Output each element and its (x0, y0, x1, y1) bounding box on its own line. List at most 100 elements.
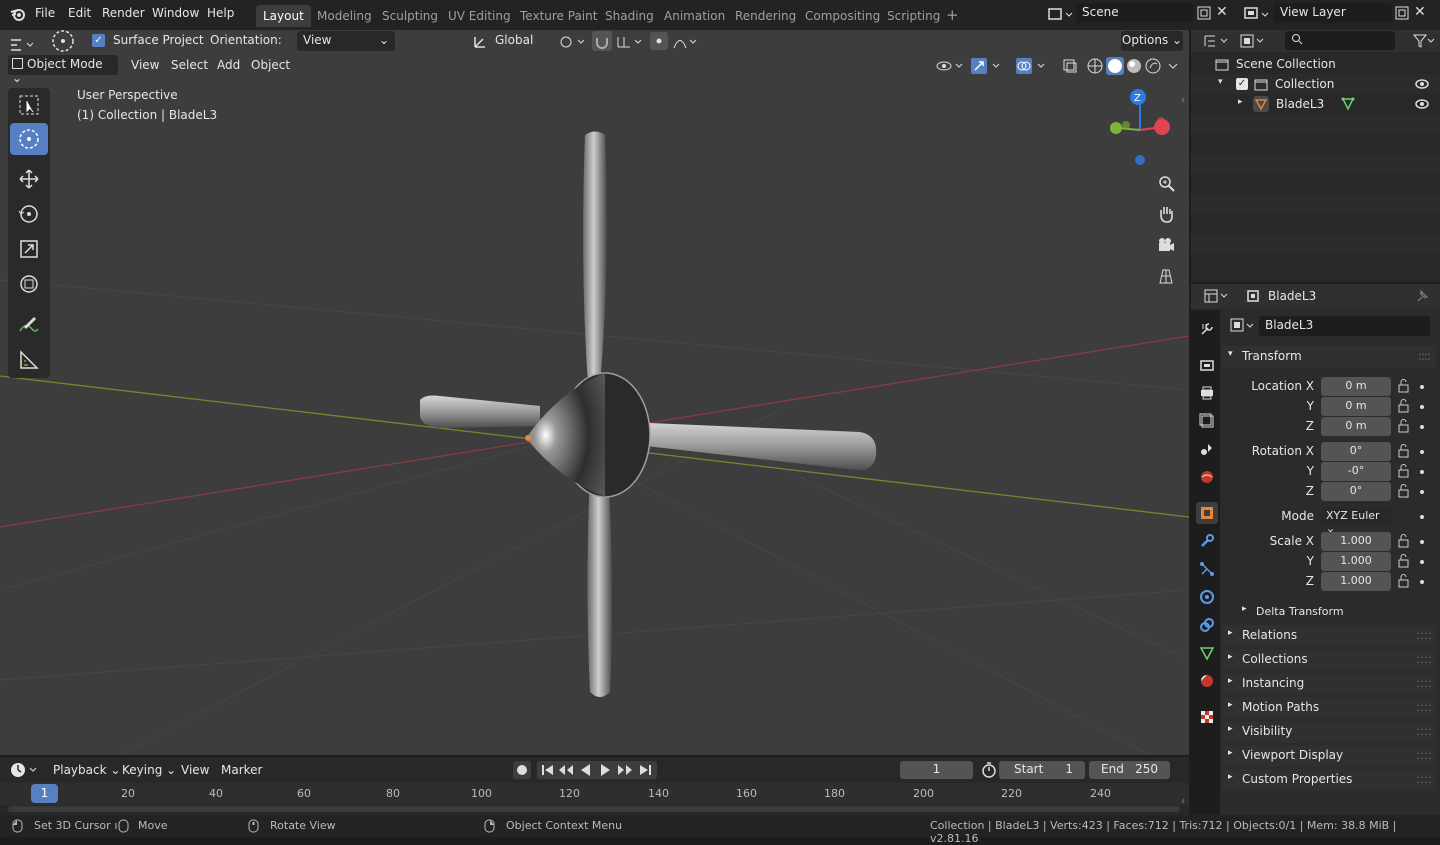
prev-keyframe-icon[interactable] (557, 762, 575, 778)
shading-rendered-icon[interactable] (1145, 58, 1161, 74)
transform-panel-header[interactable]: ▾ Transform :::: (1222, 346, 1436, 368)
drag-handle-icon[interactable]: :::: (1416, 676, 1432, 690)
proportional-falloff-icon[interactable] (672, 33, 702, 51)
options-dropdown[interactable]: Options ⌄ (1121, 31, 1183, 51)
shading-material-icon[interactable] (1126, 58, 1142, 74)
drag-handle-icon[interactable]: :::: (1416, 628, 1432, 642)
outliner-row-bladel3[interactable]: ▸ BladeL3 (1191, 94, 1440, 114)
timeline-editor-type-icon[interactable] (10, 761, 40, 779)
location-z-field[interactable]: 0 m (1321, 417, 1391, 436)
rotate-tool[interactable] (10, 198, 48, 230)
start-frame-field[interactable]: Start 1 (999, 761, 1085, 779)
view-layer-selector-icon[interactable] (1242, 5, 1272, 25)
panel-instancing[interactable]: ▸ Instancing:::: (1222, 673, 1436, 695)
display-mode-icon[interactable] (1239, 33, 1269, 49)
tab-texture-paint[interactable]: Texture Paint (513, 5, 604, 27)
zoom-button[interactable] (1153, 170, 1179, 196)
rotation-x-field[interactable]: 0° (1321, 442, 1391, 461)
measure-tool[interactable] (10, 344, 48, 376)
view-layer-delete-icon[interactable]: ✕ (1414, 4, 1426, 20)
snap-target-icon[interactable] (615, 33, 645, 51)
timeline-sidebar-toggle-icon[interactable]: ‹ (1181, 796, 1185, 807)
orientation-dropdown[interactable]: View ⌄ (297, 31, 395, 51)
expand-arrow-icon[interactable]: ▸ (1238, 97, 1243, 107)
3d-viewport[interactable]: ✓ Surface Project Orientation: View ⌄ Glo… (0, 30, 1189, 755)
outliner-row-collection[interactable]: ▾ ✓ Collection (1191, 74, 1440, 94)
scene-name-field[interactable]: Scene (1076, 3, 1194, 23)
tab-physics[interactable] (1196, 586, 1218, 608)
tab-compositing[interactable]: Compositing (798, 5, 887, 27)
view-layer-new-icon[interactable] (1394, 5, 1410, 21)
panel-collections[interactable]: ▸ Collections:::: (1222, 649, 1436, 671)
scale-x-field[interactable]: 1.000 (1321, 532, 1391, 551)
navigation-gizmo[interactable]: Z (1100, 85, 1180, 165)
scale-y-field[interactable]: 1.000 (1321, 552, 1391, 571)
cursor-tool[interactable] (10, 123, 48, 155)
scene-delete-icon[interactable]: ✕ (1216, 4, 1228, 20)
panel-visibility[interactable]: ▸ Visibility:::: (1222, 721, 1436, 743)
transform-orientation-icon[interactable] (472, 34, 488, 50)
camera-view-button[interactable] (1153, 232, 1179, 258)
panel-viewport-display[interactable]: ▸ Viewport Display:::: (1222, 745, 1436, 767)
menu-help[interactable]: Help (207, 6, 234, 20)
menu-edit[interactable]: Edit (68, 6, 91, 20)
panel-relations[interactable]: ▸ Relations:::: (1222, 625, 1436, 647)
surface-project-checkbox[interactable]: ✓ (92, 34, 105, 47)
jump-start-icon[interactable] (540, 762, 556, 778)
editor-type-icon[interactable] (8, 36, 38, 54)
cursor-tool-icon[interactable] (50, 30, 76, 54)
tab-tool[interactable] (1196, 318, 1218, 340)
scale-z-field[interactable]: 1.000 (1321, 572, 1391, 591)
viewport-menu-add[interactable]: Add (217, 58, 240, 72)
menu-window[interactable]: Window (152, 6, 199, 20)
collection-visibility-eye-icon[interactable] (1415, 78, 1429, 90)
drag-handle-icon[interactable]: :::: (1416, 724, 1432, 738)
blender-logo-icon[interactable] (10, 6, 26, 22)
visibility-selectability-icon[interactable] (936, 58, 966, 74)
tab-scripting[interactable]: Scripting (880, 5, 947, 27)
location-x-field[interactable]: 0 m (1321, 377, 1391, 396)
collection-checkbox[interactable]: ✓ (1236, 78, 1248, 90)
snap-toggle-icon[interactable] (592, 31, 612, 51)
tab-rendering[interactable]: Rendering (728, 5, 803, 27)
gizmo-toggle-icon[interactable] (971, 58, 1003, 74)
tab-data[interactable] (1196, 642, 1218, 664)
shading-solid-icon[interactable] (1106, 57, 1124, 75)
drag-handle-icon[interactable]: :::: (1416, 748, 1432, 762)
mesh-data-icon[interactable] (1341, 97, 1355, 111)
rotation-z-field[interactable]: 0° (1321, 482, 1391, 501)
timeline-scrollbar[interactable] (8, 806, 1180, 812)
scene-selector-icon[interactable] (1046, 5, 1074, 25)
tab-material[interactable] (1196, 670, 1218, 692)
location-y-field[interactable]: 0 m (1321, 397, 1391, 416)
jump-end-icon[interactable] (637, 762, 653, 778)
timeline-view-menu[interactable]: View (181, 763, 209, 777)
viewport-menu-object[interactable]: Object (251, 58, 290, 72)
drag-handle-icon[interactable]: :::: (1416, 700, 1432, 714)
rotation-mode-dropdown[interactable]: XYZ Euler ⌄ (1321, 507, 1391, 535)
transform-tool[interactable] (10, 268, 48, 300)
proportional-edit-icon[interactable] (650, 32, 668, 50)
menu-render[interactable]: Render (102, 6, 145, 20)
pivot-point-icon[interactable] (558, 33, 588, 51)
properties-editor-type-icon[interactable] (1203, 288, 1233, 304)
object-mode-dropdown[interactable]: Object Mode ⌄ (8, 55, 118, 85)
datablock-type-icon[interactable] (1229, 317, 1259, 335)
xray-toggle-icon[interactable] (1062, 58, 1078, 74)
playhead[interactable]: 1 (31, 784, 58, 803)
drag-handle-icon[interactable]: :::: (1416, 652, 1432, 666)
sidebar-toggle-icon[interactable]: ‹ (1181, 95, 1185, 106)
outliner-row-scene-collection[interactable]: Scene Collection (1191, 54, 1440, 74)
shading-options-chevron-icon[interactable] (1167, 58, 1179, 74)
perspective-toggle-button[interactable] (1153, 263, 1179, 289)
pin-icon[interactable] (1415, 288, 1429, 304)
marker-menu[interactable]: Marker (221, 763, 262, 777)
outliner-search-input[interactable] (1285, 31, 1395, 50)
play-icon[interactable] (597, 762, 613, 778)
scene-new-icon[interactable] (1196, 5, 1212, 21)
shading-wireframe-icon[interactable] (1087, 58, 1103, 74)
rotation-y-field[interactable]: -0° (1321, 462, 1391, 481)
expand-arrow-icon[interactable]: ▾ (1218, 77, 1223, 87)
viewport-menu-select[interactable]: Select (171, 58, 208, 72)
annotate-tool[interactable] (10, 310, 48, 342)
